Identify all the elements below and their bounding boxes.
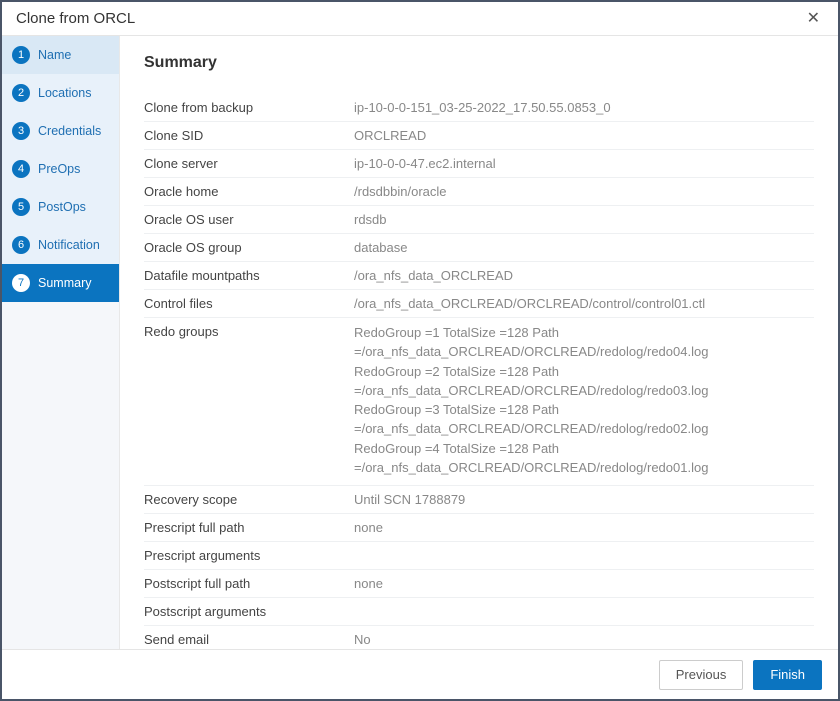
row-value: database bbox=[354, 240, 814, 255]
step-number-badge: 2 bbox=[12, 84, 30, 102]
redo-line: RedoGroup =1 TotalSize =128 Path =/ora_n… bbox=[354, 324, 814, 362]
row-label: Recovery scope bbox=[144, 492, 354, 507]
row-postscript-path: Postscript full path none bbox=[144, 570, 814, 598]
row-label: Oracle OS group bbox=[144, 240, 354, 255]
redo-line: RedoGroup =4 TotalSize =128 Path =/ora_n… bbox=[354, 440, 814, 478]
step-label: Notification bbox=[38, 238, 100, 252]
row-clone-from-backup: Clone from backup ip-10-0-0-151_03-25-20… bbox=[144, 94, 814, 122]
redo-line: RedoGroup =3 TotalSize =128 Path =/ora_n… bbox=[354, 401, 814, 439]
row-datafile-mountpaths: Datafile mountpaths /ora_nfs_data_ORCLRE… bbox=[144, 262, 814, 290]
close-icon[interactable]: ✕ bbox=[803, 7, 824, 31]
row-oracle-os-user: Oracle OS user rdsdb bbox=[144, 206, 814, 234]
step-summary[interactable]: 7 Summary bbox=[2, 264, 119, 302]
row-label: Postscript arguments bbox=[144, 604, 354, 619]
step-number-badge: 3 bbox=[12, 122, 30, 140]
row-label: Datafile mountpaths bbox=[144, 268, 354, 283]
step-credentials[interactable]: 3 Credentials bbox=[2, 112, 119, 150]
step-label: Summary bbox=[38, 276, 91, 290]
wizard-content: Summary Clone from backup ip-10-0-0-151_… bbox=[120, 36, 838, 649]
step-label: PostOps bbox=[38, 200, 86, 214]
step-label: Locations bbox=[38, 86, 92, 100]
row-prescript-path: Prescript full path none bbox=[144, 514, 814, 542]
row-clone-server: Clone server ip-10-0-0-47.ec2.internal bbox=[144, 150, 814, 178]
row-label: Send email bbox=[144, 632, 354, 647]
titlebar: Clone from ORCL ✕ bbox=[2, 2, 838, 36]
row-control-files: Control files /ora_nfs_data_ORCLREAD/ORC… bbox=[144, 290, 814, 318]
wizard-sidebar: 1 Name 2 Locations 3 Credentials 4 PreOp… bbox=[2, 36, 120, 649]
row-value: ip-10-0-0-47.ec2.internal bbox=[354, 156, 814, 171]
step-label: PreOps bbox=[38, 162, 80, 176]
row-label: Control files bbox=[144, 296, 354, 311]
row-value: /rdsdbbin/oracle bbox=[354, 184, 814, 199]
row-redo-groups: Redo groups RedoGroup =1 TotalSize =128 … bbox=[144, 318, 814, 486]
row-clone-sid: Clone SID ORCLREAD bbox=[144, 122, 814, 150]
row-recovery-scope: Recovery scope Until SCN 1788879 bbox=[144, 486, 814, 514]
dialog-title: Clone from ORCL bbox=[16, 10, 135, 27]
step-label: Credentials bbox=[38, 124, 101, 138]
row-label: Oracle OS user bbox=[144, 212, 354, 227]
row-value: No bbox=[354, 632, 814, 647]
row-value: rdsdb bbox=[354, 212, 814, 227]
step-number-badge: 5 bbox=[12, 198, 30, 216]
row-oracle-home: Oracle home /rdsdbbin/oracle bbox=[144, 178, 814, 206]
row-send-email: Send email No bbox=[144, 626, 814, 649]
clone-wizard-dialog: Clone from ORCL ✕ 1 Name 2 Locations 3 C… bbox=[0, 0, 840, 701]
row-value: ORCLREAD bbox=[354, 128, 814, 143]
row-oracle-os-group: Oracle OS group database bbox=[144, 234, 814, 262]
row-prescript-args: Prescript arguments bbox=[144, 542, 814, 570]
step-notification[interactable]: 6 Notification bbox=[2, 226, 119, 264]
step-number-badge: 7 bbox=[12, 274, 30, 292]
row-label: Clone from backup bbox=[144, 100, 354, 115]
dialog-body: 1 Name 2 Locations 3 Credentials 4 PreOp… bbox=[2, 36, 838, 649]
step-number-badge: 6 bbox=[12, 236, 30, 254]
row-label: Redo groups bbox=[144, 324, 354, 339]
row-label: Clone SID bbox=[144, 128, 354, 143]
step-postops[interactable]: 5 PostOps bbox=[2, 188, 119, 226]
row-value: RedoGroup =1 TotalSize =128 Path =/ora_n… bbox=[354, 324, 814, 479]
row-value: none bbox=[354, 576, 814, 591]
row-value: Until SCN 1788879 bbox=[354, 492, 814, 507]
step-number-badge: 4 bbox=[12, 160, 30, 178]
finish-button[interactable]: Finish bbox=[753, 660, 822, 690]
row-postscript-args: Postscript arguments bbox=[144, 598, 814, 626]
previous-button[interactable]: Previous bbox=[659, 660, 744, 690]
row-label: Oracle home bbox=[144, 184, 354, 199]
row-label: Clone server bbox=[144, 156, 354, 171]
row-label: Postscript full path bbox=[144, 576, 354, 591]
row-value: /ora_nfs_data_ORCLREAD bbox=[354, 268, 814, 283]
step-preops[interactable]: 4 PreOps bbox=[2, 150, 119, 188]
page-title: Summary bbox=[144, 54, 814, 72]
step-number-badge: 1 bbox=[12, 46, 30, 64]
row-value: /ora_nfs_data_ORCLREAD/ORCLREAD/control/… bbox=[354, 296, 814, 311]
redo-line: RedoGroup =2 TotalSize =128 Path =/ora_n… bbox=[354, 363, 814, 401]
summary-table: Clone from backup ip-10-0-0-151_03-25-20… bbox=[144, 94, 814, 649]
row-label: Prescript arguments bbox=[144, 548, 354, 563]
step-locations[interactable]: 2 Locations bbox=[2, 74, 119, 112]
step-name[interactable]: 1 Name bbox=[2, 36, 119, 74]
row-value: ip-10-0-0-151_03-25-2022_17.50.55.0853_0 bbox=[354, 100, 814, 115]
row-label: Prescript full path bbox=[144, 520, 354, 535]
dialog-footer: Previous Finish bbox=[2, 649, 838, 699]
step-label: Name bbox=[38, 48, 71, 62]
row-value: none bbox=[354, 520, 814, 535]
